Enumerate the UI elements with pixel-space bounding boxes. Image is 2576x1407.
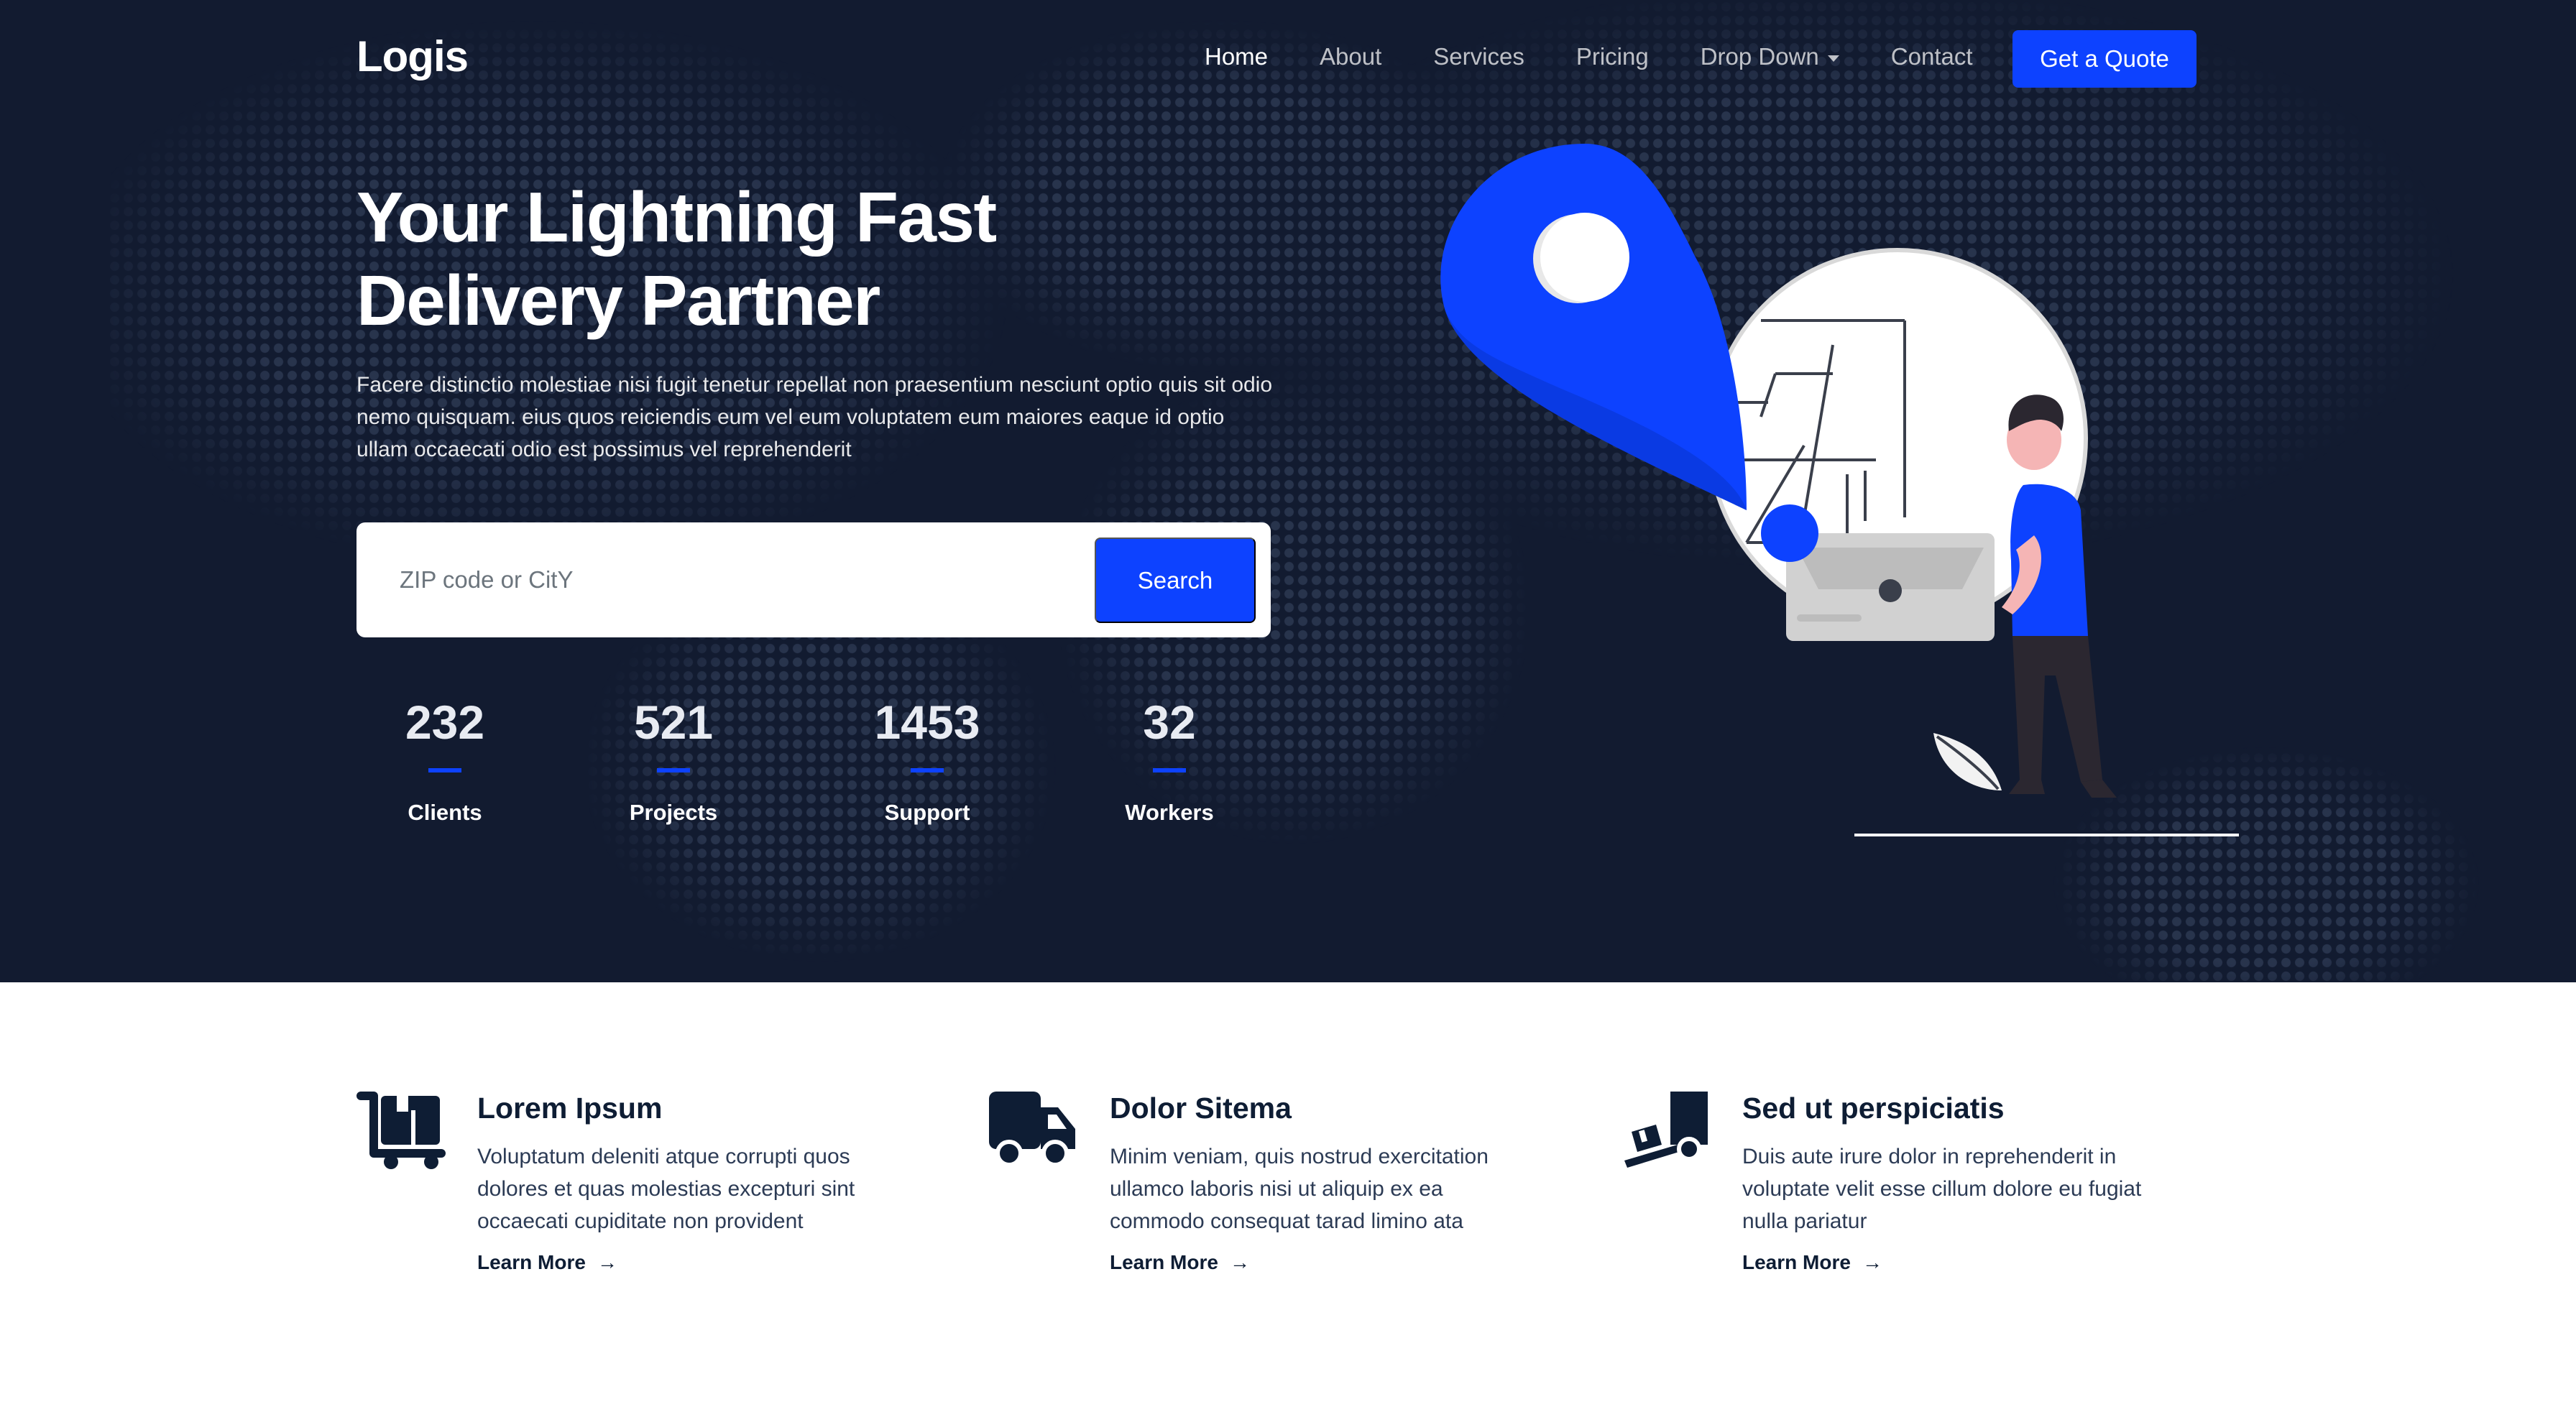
arrow-right-icon: →	[1229, 1251, 1250, 1273]
stat-divider	[657, 768, 690, 772]
arrow-right-icon: →	[597, 1251, 617, 1273]
get-a-quote-button[interactable]: Get a Quote	[2012, 30, 2196, 88]
arrow-right-icon: →	[1862, 1251, 1882, 1273]
feature-description: Minim veniam, quis nostrud exercitation …	[1110, 1145, 1489, 1233]
nav-dropdown-toggle[interactable]: Drop Down	[1701, 43, 1839, 70]
learn-more-label: Learn More	[1742, 1251, 1851, 1273]
delivery-illustration	[1440, 144, 2239, 836]
stat-divider	[1153, 768, 1186, 772]
feature-title: Sed ut perspiciatis	[1742, 1092, 2005, 1125]
truck-ramp-box-icon	[1624, 1092, 1708, 1168]
nav-services-link[interactable]: Services	[1433, 43, 1524, 70]
brand-logo[interactable]: Logis	[356, 32, 469, 81]
stat-value: 1453	[874, 696, 980, 749]
stat-value: 232	[405, 696, 485, 749]
stat-divider	[428, 768, 461, 772]
stat-label: Workers	[1125, 800, 1214, 825]
stat-clients: 232 Clients	[359, 693, 531, 826]
stat-label: Support	[884, 800, 970, 825]
hero-title-line-1: Your Lightning Fast	[356, 177, 997, 257]
stat-workers: 32 Workers	[1083, 693, 1256, 826]
caret-down-icon	[1827, 55, 1839, 62]
parcel-dot	[1761, 504, 1818, 562]
learn-more-label: Learn More	[477, 1251, 586, 1273]
truck-icon	[989, 1092, 1075, 1167]
feature-description: Voluptatum deleniti atque corrupti quos …	[477, 1145, 855, 1233]
hero-section: Logis Home About Services Pricing Drop D…	[0, 0, 2576, 982]
stat-value: 521	[633, 696, 714, 749]
location-pin	[1440, 144, 1747, 510]
hero-title-line-2: Delivery Partner	[356, 261, 880, 340]
nav-menu: Home About Services Pricing Drop Down Co…	[1205, 43, 2025, 70]
nav-dropdown-label: Drop Down	[1700, 43, 1819, 70]
cart-flatbed-boxes-icon	[356, 1092, 446, 1169]
nav-contact-link[interactable]: Contact	[1891, 43, 1973, 70]
stat-value: 32	[1143, 696, 1196, 749]
nav-pricing-link[interactable]: Pricing	[1576, 43, 1649, 70]
learn-more-link[interactable]: Learn More →	[1110, 1251, 1250, 1274]
nav-about-link[interactable]: About	[1320, 43, 1381, 70]
feature-card: Lorem Ipsum Voluptatum deleniti atque co…	[356, 1092, 946, 1307]
feature-description: Duis aute irure dolor in reprehenderit i…	[1742, 1145, 2142, 1233]
pin-hole	[1540, 213, 1629, 302]
stat-label: Projects	[629, 800, 718, 825]
nav-home-link[interactable]: Home	[1205, 43, 1268, 70]
features-section: Lorem Ipsum Voluptatum deleniti atque co…	[0, 982, 2576, 1407]
feature-title: Dolor Sitema	[1110, 1092, 1292, 1125]
search-button[interactable]: Search	[1095, 538, 1256, 623]
search-form: Search	[356, 522, 1271, 637]
hero-description: Facere distinctio molestiae nisi fugit t…	[356, 373, 1273, 461]
navbar: Logis Home About Services Pricing Drop D…	[0, 0, 2576, 119]
hero-title: Your Lightning Fast Delivery Partner	[356, 175, 1075, 342]
learn-more-link[interactable]: Learn More →	[477, 1251, 617, 1274]
learn-more-label: Learn More	[1110, 1251, 1218, 1273]
learn-more-link[interactable]: Learn More →	[1742, 1251, 1882, 1274]
stat-divider	[911, 768, 944, 772]
stat-label: Clients	[408, 800, 482, 825]
stat-support: 1453 Support	[841, 693, 1013, 826]
stat-projects: 521 Projects	[587, 693, 760, 826]
zip-city-input[interactable]	[400, 557, 1046, 603]
feature-card: Sed ut perspiciatis Duis aute irure dolo…	[1622, 1092, 2211, 1307]
feature-title: Lorem Ipsum	[477, 1092, 663, 1125]
feature-card: Dolor Sitema Minim veniam, quis nostrud …	[989, 1092, 1578, 1307]
